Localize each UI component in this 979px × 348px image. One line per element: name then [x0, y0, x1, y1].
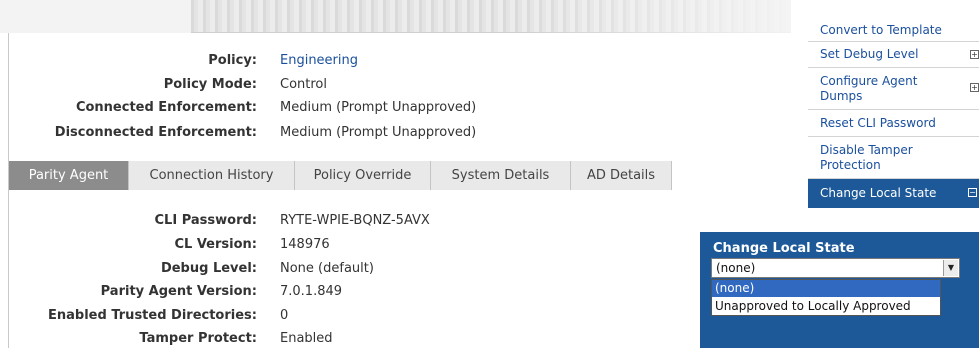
sidebar-item-label: Convert to Template [820, 23, 942, 37]
expand-plus-icon[interactable]: + [970, 83, 979, 92]
tab-policy-override[interactable]: Policy Override [295, 161, 431, 190]
disconnected-enforcement-value: Medium (Prompt Unapproved) [280, 125, 477, 140]
computer-details-panel: Policy: Engineering Policy Mode: Control… [8, 33, 791, 348]
tamper-protect-value: Enabled [280, 331, 333, 346]
cl-version-row: CL Version: 148976 [9, 237, 792, 257]
collapse-minus-icon[interactable]: − [968, 188, 977, 197]
local-state-selected-value: (none) [716, 261, 756, 275]
agent-version-row: Parity Agent Version: 7.0.1.849 [9, 284, 792, 304]
tamper-protect-label: Tamper Protect: [139, 331, 257, 346]
connected-enforcement-label: Connected Enforcement: [75, 100, 257, 115]
trusted-directories-label: Enabled Trusted Directories: [48, 308, 257, 323]
sidebar-item-label: Configure Agent [820, 74, 918, 88]
policy-link[interactable]: Engineering [280, 53, 358, 68]
tab-system-details[interactable]: System Details [431, 161, 571, 190]
policy-mode-row: Policy Mode: Control [9, 77, 792, 97]
cli-password-label: CLI Password: [154, 213, 257, 228]
tab-ad-details[interactable]: AD Details [571, 161, 672, 190]
actions-sidebar: Convert to Template Set Debug Level + Co… [808, 0, 979, 240]
sidebar-item-label: Set Debug Level [820, 47, 919, 61]
disconnected-enforcement-row: Disconnected Enforcement: Medium (Prompt… [9, 125, 792, 145]
tab-connection-history[interactable]: Connection History [129, 161, 295, 190]
trusted-directories-value: 0 [280, 308, 289, 323]
details-tab-bar: Parity Agent Connection History Policy O… [9, 161, 672, 190]
policy-label: Policy: [208, 53, 257, 68]
sidebar-item-set-debug-level[interactable]: Set Debug Level + [808, 42, 979, 68]
debug-level-label: Debug Level: [160, 261, 257, 276]
connected-enforcement-row: Connected Enforcement: Medium (Prompt Un… [9, 100, 792, 120]
cl-version-label: CL Version: [174, 237, 257, 252]
agent-version-label: Parity Agent Version: [100, 284, 257, 299]
tab-parity-agent[interactable]: Parity Agent [9, 161, 129, 190]
sidebar-item-change-local-state[interactable]: Change Local State − [808, 179, 979, 208]
sidebar-item-label-line2: Protection [820, 158, 881, 172]
option-unapproved-to-locally-approved[interactable]: Unapproved to Locally Approved [712, 298, 940, 315]
sidebar-item-configure-agent-dumps[interactable]: Configure Agent Dumps + [808, 68, 979, 110]
header-banner-fade [520, 0, 791, 33]
sidebar-item-label: Change Local State [820, 186, 937, 200]
change-local-state-panel: Change Local State (none) ▼ (none) Unapp… [700, 232, 979, 348]
debug-level-value: None (default) [280, 261, 374, 276]
sidebar-item-label: Disable Tamper [820, 143, 913, 157]
tamper-protect-row: Tamper Protect: Enabled [9, 331, 792, 348]
local-state-options-list: (none) Unapproved to Locally Approved [711, 279, 941, 316]
sidebar-item-label: Reset CLI Password [820, 116, 936, 130]
policy-row: Policy: Engineering [9, 53, 792, 73]
change-local-state-title: Change Local State [713, 241, 855, 256]
disconnected-enforcement-label: Disconnected Enforcement: [54, 125, 257, 140]
sidebar-item-convert-to-template[interactable]: Convert to Template [808, 20, 979, 42]
banner-left [0, 0, 191, 33]
connected-enforcement-value: Medium (Prompt Unapproved) [280, 100, 477, 115]
cli-password-value: RYTE-WPIE-BQNZ-5AVX [280, 213, 430, 228]
sidebar-item-reset-cli-password[interactable]: Reset CLI Password [808, 110, 979, 137]
sidebar-item-disable-tamper-protection[interactable]: Disable Tamper Protection [808, 137, 979, 179]
cl-version-value: 148976 [280, 237, 330, 252]
policy-mode-label: Policy Mode: [163, 77, 257, 92]
local-state-select[interactable]: (none) ▼ [711, 258, 960, 278]
sidebar-item-label-line2: Dumps [820, 89, 863, 103]
expand-plus-icon[interactable]: + [970, 50, 979, 59]
policy-mode-value: Control [280, 77, 327, 92]
debug-level-row: Debug Level: None (default) [9, 261, 792, 281]
dropdown-arrow-icon[interactable]: ▼ [943, 260, 958, 276]
agent-version-value: 7.0.1.849 [280, 284, 343, 299]
option-none[interactable]: (none) [712, 280, 940, 297]
cli-password-row: CLI Password: RYTE-WPIE-BQNZ-5AVX [9, 213, 792, 233]
trusted-directories-row: Enabled Trusted Directories: 0 [9, 308, 792, 328]
